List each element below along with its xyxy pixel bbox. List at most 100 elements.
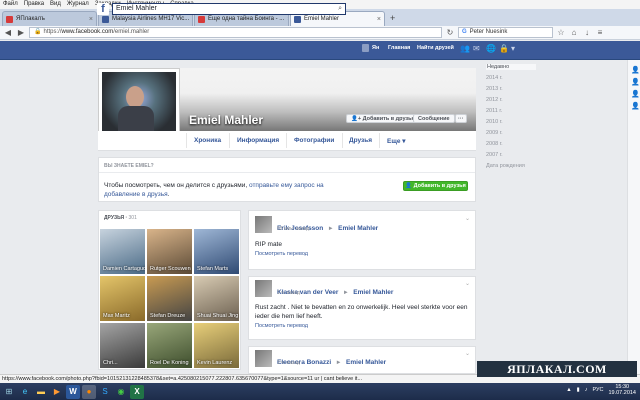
forward-icon[interactable]: ▶ [16,28,26,37]
reload-icon[interactable]: ↻ [445,28,455,37]
network-icon[interactable]: ▮ [577,387,580,393]
home-icon[interactable]: ⌂ [569,28,579,37]
friend-thumbnail[interactable]: Max Maritz [100,276,145,321]
message-button[interactable]: Сообщение [413,114,455,123]
messages-icon[interactable]: ✉ [473,44,480,53]
post-timestamp[interactable]: 1 ч. назад [277,360,300,366]
tab-timeline[interactable]: Хроника [194,137,221,144]
ie-icon[interactable]: e [18,385,32,399]
add-friend-button[interactable]: 👤+ Добавить в друзья [346,114,420,123]
tab-about[interactable]: Информация [237,137,279,144]
timeline-year[interactable]: 2011 г. [486,108,502,114]
friend-thumbnail[interactable]: Stefan Marts [194,229,239,274]
facebook-search-input[interactable]: Emiel Mahler ⌕ [112,3,346,15]
explorer-icon[interactable]: ▬ [34,385,48,399]
friend-name[interactable]: Stefan Marts [197,266,228,272]
nav-find-friends-link[interactable]: Найти друзей [417,45,454,51]
friend-name[interactable]: Chri... [103,360,118,366]
timeline-year[interactable]: 2014 г. [486,75,503,81]
browser-search-field[interactable]: G Peter Nuesink [458,27,553,38]
timeline-year[interactable]: 2012 г. [486,97,503,103]
skype-icon[interactable]: S [98,385,112,399]
friend-name[interactable]: Kevin Laurenz [197,360,232,366]
post-target-link[interactable]: Emiel Mahler [338,225,378,232]
start-icon[interactable]: ⊞ [2,385,16,399]
media-icon[interactable]: ▶ [50,385,64,399]
close-icon[interactable]: × [192,16,193,23]
post-author-avatar[interactable] [255,350,272,367]
timeline-recent[interactable]: Недавно [486,64,536,70]
new-tab-button[interactable]: + [390,11,395,26]
chat-friend-icon[interactable]: 👤 [631,90,640,98]
friend-requests-icon[interactable]: 👥 [460,44,470,53]
more-options-button[interactable]: ··· [455,114,467,123]
timeline-year[interactable]: 2008 г. [486,141,503,147]
volume-icon[interactable]: ♪ [585,387,588,393]
notifications-icon[interactable]: 🌐 [486,44,496,53]
chat-friend-icon[interactable]: 👤 [631,66,640,74]
friend-thumbnail[interactable]: Shuai Shuai Jing [194,276,239,321]
language-indicator[interactable]: РУС [592,387,603,393]
chevron-down-icon[interactable]: ⌄ [465,280,470,287]
friend-thumbnail[interactable]: Stefan Dreuze [147,276,192,321]
friend-name[interactable]: Damien Cartagudio [103,266,145,272]
tab-photos[interactable]: Фотографии [294,137,334,144]
chevron-down-icon[interactable]: ⌄ [465,215,470,222]
friend-name[interactable]: Max Maritz [103,313,130,319]
timeline-year[interactable]: 2010 г. [486,119,503,125]
chrome-icon[interactable]: ◉ [114,385,128,399]
post-target-link[interactable]: Emiel Mahler [353,289,393,296]
excel-icon[interactable]: X [130,384,144,399]
browser-tab[interactable]: ЯПлакалъ × [2,11,97,26]
clock[interactable]: 15:30 19.07.2014 [608,384,636,396]
friend-name[interactable]: Rutger Scouwen [150,266,191,272]
timeline-year[interactable]: 2013 г. [486,86,503,92]
avatar[interactable] [362,44,369,52]
search-icon[interactable]: ⌕ [338,4,342,14]
post-author-avatar[interactable] [255,280,272,297]
back-icon[interactable]: ◀ [3,28,13,37]
timeline-birth[interactable]: Дата рождения [486,163,525,169]
close-icon[interactable]: × [89,16,93,23]
chevron-down-icon[interactable]: ⌄ [465,350,470,357]
post-author-avatar[interactable] [255,216,272,233]
friend-thumbnail[interactable]: Chri... [100,323,145,368]
post-timestamp[interactable]: 53 мин. назад [277,226,309,232]
friend-thumbnail[interactable]: Rutger Scouwen [147,229,192,274]
friend-name[interactable]: Roel De Koning [150,360,189,366]
friends-heading[interactable]: ДРУЗЬЯ · 301 [104,215,137,221]
friend-thumbnail[interactable]: Damien Cartagudio [100,229,145,274]
see-translation-link[interactable]: Посмотреть перевод [255,251,308,257]
tab-friends[interactable]: Друзья [349,137,372,144]
tab-more[interactable]: Еще ▾ [387,137,406,145]
timeline-year[interactable]: 2007 г. [486,152,503,158]
settings-caret-icon[interactable]: ▾ [511,44,515,53]
see-translation-link[interactable]: Посмотреть перевод [255,323,308,329]
facebook-logo[interactable]: f [97,3,109,15]
star-icon[interactable]: ☆ [556,28,566,37]
post-timestamp[interactable]: 1 ч. назад [277,290,300,296]
chat-friend-icon[interactable]: 👤 [631,78,640,86]
menu-file[interactable]: Файл [3,0,18,9]
menu-icon[interactable]: ≡ [595,28,605,37]
menu-history[interactable]: Журнал [67,0,89,9]
friend-thumbnail[interactable]: Kevin Laurenz [194,323,239,368]
friend-name[interactable]: Stefan Dreuze [150,313,185,319]
menu-view[interactable]: Вид [50,0,61,9]
privacy-lock-icon[interactable]: 🔒 [499,44,509,53]
url-field[interactable]: 🔒 https://www.facebook.com/emiel.mahler [29,27,442,38]
firefox-icon[interactable]: ● [82,384,96,399]
post-target-link[interactable]: Emiel Mahler [346,359,386,366]
add-friend-green-button[interactable]: 👤 Добавить в друзья [403,181,468,191]
tray-arrow-icon[interactable]: ▲ [566,387,571,393]
friend-thumbnail[interactable]: Roel De Koning [147,323,192,368]
timeline-year[interactable]: 2009 г. [486,130,503,136]
download-icon[interactable]: ↓ [582,28,592,37]
nav-home-link[interactable]: Главная [388,45,410,51]
close-icon[interactable]: × [287,16,288,23]
profile-name[interactable]: Emiel Mahler [189,113,263,127]
friend-name[interactable]: Shuai Shuai Jing [197,313,238,319]
chat-friend-icon[interactable]: 👤 [631,102,640,110]
close-icon[interactable]: × [377,16,381,23]
nav-profile-link[interactable]: Ян [372,45,379,51]
